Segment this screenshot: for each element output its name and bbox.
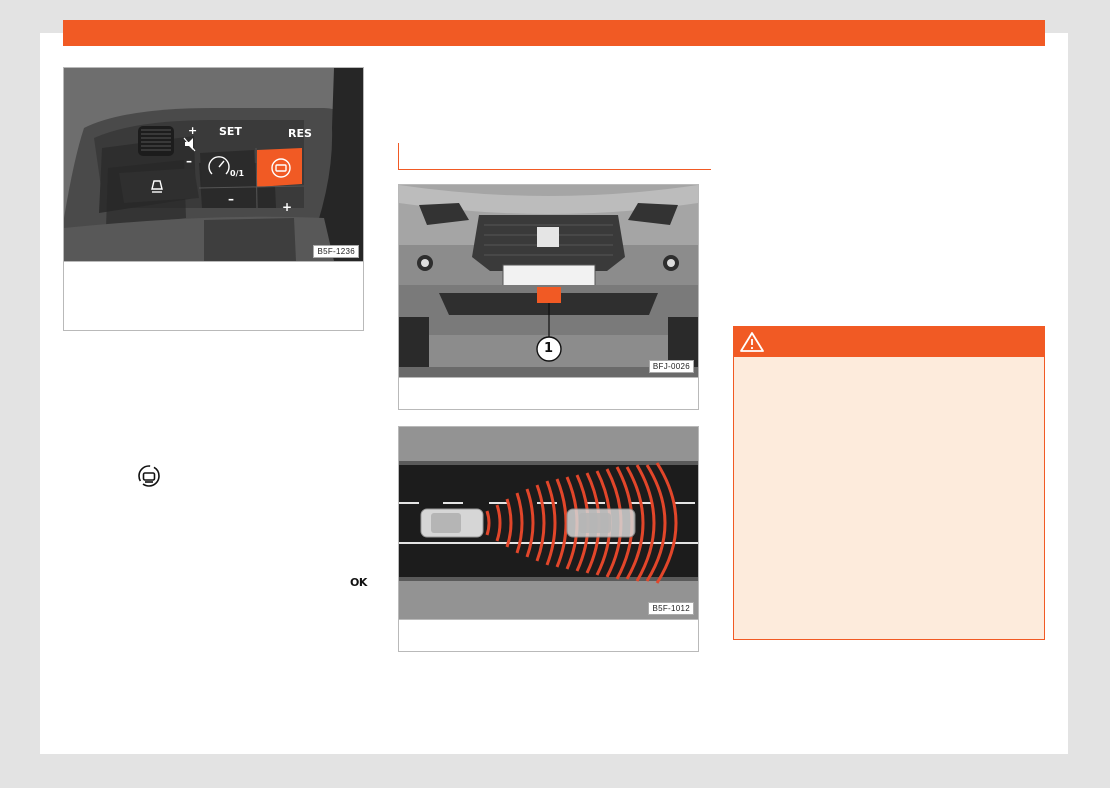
radar-sensor [537, 287, 561, 303]
figure-caption-area [64, 261, 363, 331]
volume-minus-icon: – [186, 154, 192, 168]
front-assist-icon [138, 465, 160, 487]
car-ahead-icon [566, 508, 636, 538]
cruise-sub-label: 0/1 [230, 169, 245, 178]
front-assist-button [257, 148, 302, 187]
figure-front-radar-sensor: 1 BFJ-0026 [398, 184, 699, 410]
warning-triangle-icon [740, 332, 764, 352]
warning-box [733, 326, 1045, 640]
warning-header [734, 327, 1044, 357]
ok-button-glyph: OK [350, 576, 367, 589]
plus-button-label: + [282, 200, 293, 214]
figure-caption-area [399, 377, 698, 410]
figure-code: B5F-1012 [648, 602, 694, 615]
figure-steering-controls: + – SET RES 0/1 – + B5F-1236 [63, 67, 364, 331]
callout-number: 1 [544, 341, 554, 356]
set-button-label: SET [219, 125, 242, 138]
figure-radar-detection: B5F-1012 [398, 426, 699, 652]
brand-logo [537, 227, 559, 247]
section-heading-rule [398, 143, 711, 170]
res-button-label: RES [288, 127, 312, 140]
figure-code: BFJ-0026 [648, 360, 694, 373]
road-radar-illustration [399, 427, 698, 619]
licence-plate [502, 264, 596, 288]
minus-button-label: – [228, 192, 234, 206]
figure-code: B5F-1236 [313, 245, 359, 258]
figure-caption-area [399, 619, 698, 652]
volume-plus-icon: + [188, 124, 197, 137]
steering-controls-illustration: + – [64, 68, 363, 261]
header-bar [63, 20, 1045, 46]
own-car-icon [420, 508, 484, 538]
